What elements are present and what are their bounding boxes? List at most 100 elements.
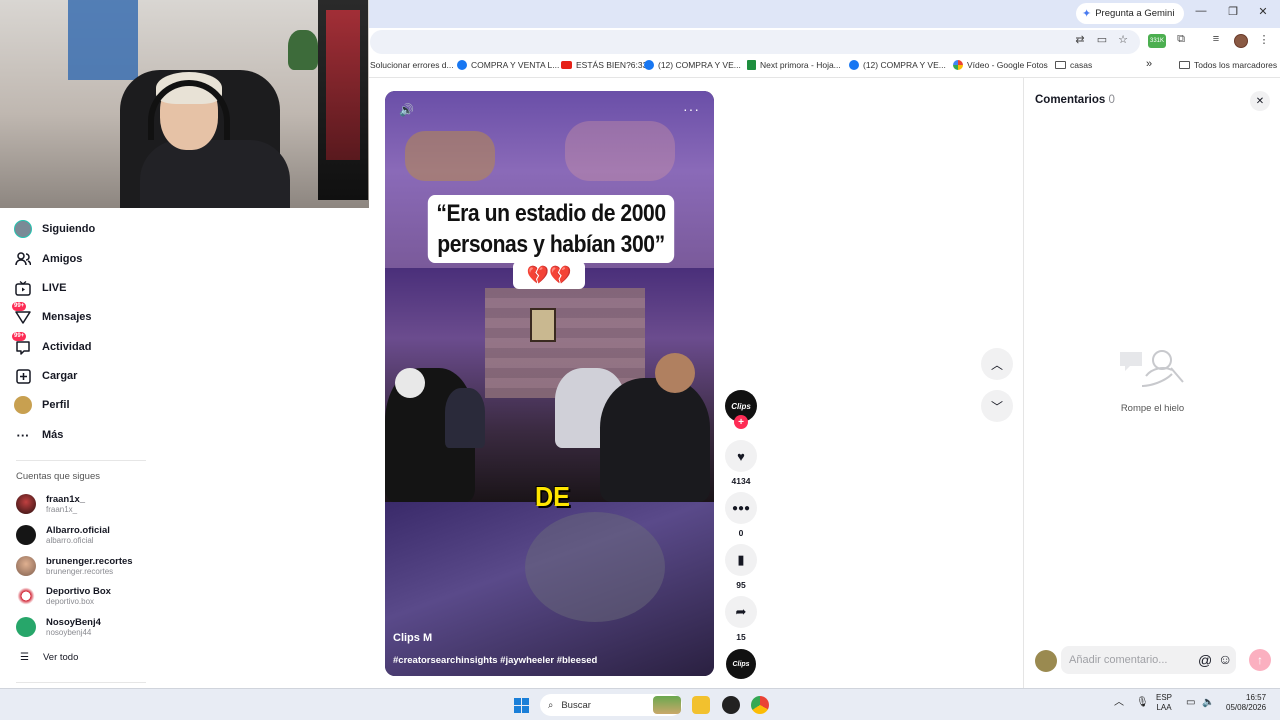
- nav-messages-label: Mensajes: [42, 311, 92, 323]
- bookmark-item[interactable]: Next primora - Hoja...: [747, 60, 841, 70]
- bookmarks-overflow-button[interactable]: »: [1146, 58, 1152, 70]
- folder-icon: [1179, 61, 1190, 69]
- translate-icon[interactable]: ⇄: [1072, 33, 1088, 46]
- emoji-icon[interactable]: ☺: [1218, 651, 1232, 667]
- language-indicator[interactable]: ESP LAA: [1156, 693, 1172, 713]
- video-scene: [385, 268, 714, 502]
- install-app-icon[interactable]: ▭: [1094, 33, 1110, 46]
- close-icon: ✕: [1255, 95, 1265, 107]
- video-background-bottom: [385, 502, 714, 676]
- sound-disc-text: Clips: [732, 660, 750, 668]
- account-handle: brunenger.recortes: [46, 567, 114, 576]
- bookmark-item[interactable]: Vídeo - Google Fotos: [953, 60, 1048, 70]
- next-video-button[interactable]: ﹀: [981, 390, 1013, 422]
- previous-video-button[interactable]: ︿: [981, 348, 1013, 380]
- close-comments-button[interactable]: ✕: [1250, 91, 1270, 111]
- video-subtitle-word: DE: [534, 481, 570, 512]
- ask-gemini-button[interactable]: ✦ Pregunta a Gemini: [1076, 3, 1185, 24]
- video-caption-line: “Era un estadio de 2000: [436, 200, 666, 227]
- like-count: 4134: [731, 476, 751, 486]
- nav-following[interactable]: Siguiendo: [14, 220, 95, 238]
- windows-start-icon[interactable]: [514, 698, 529, 713]
- bookmark-item[interactable]: (12) COMPRA Y VE...: [849, 60, 946, 70]
- clock[interactable]: 16:57 05/08/2026: [1226, 693, 1266, 713]
- broken-heart-emoji: 💔💔: [526, 264, 572, 285]
- account-name: NosoyBenj4: [46, 617, 101, 628]
- bookmark-star-icon[interactable]: ☆: [1115, 33, 1131, 46]
- messages-badge: 99+: [12, 302, 27, 311]
- bookmark-item[interactable]: COMPRA Y VENTA L...: [457, 60, 559, 70]
- folder-icon: [1055, 61, 1066, 69]
- bookmark-label: Solucionar errores d...: [370, 60, 454, 70]
- save-button[interactable]: ▮: [725, 544, 757, 576]
- minimize-icon[interactable]: —: [1192, 5, 1210, 17]
- bookmark-label: Next primora - Hoja...: [760, 60, 841, 70]
- network-icon[interactable]: ▭: [1186, 698, 1195, 708]
- more-options-icon[interactable]: ···: [683, 101, 700, 117]
- microphone-icon[interactable]: 🎙: [1136, 698, 1149, 708]
- bookmark-label: (12) COMPRA Y VE...: [658, 60, 741, 70]
- scene-person: [445, 388, 485, 448]
- see-all-button[interactable]: ☰ Ver todo: [20, 652, 78, 663]
- profile-avatar[interactable]: [1234, 34, 1248, 48]
- account-name: Deportivo Box: [46, 586, 111, 597]
- account-avatar: [16, 494, 36, 514]
- nav-activity-label: Actividad: [42, 341, 92, 353]
- volume-icon[interactable]: 🔊: [399, 103, 414, 117]
- nav-activity[interactable]: 99+ Actividad: [12, 332, 92, 356]
- nav-profile[interactable]: Perfil: [14, 396, 70, 414]
- followed-account[interactable]: NosoyBenj4 nosoybenj44: [16, 617, 101, 637]
- video-caption-box: “Era un estadio de 2000 personas y había…: [427, 195, 675, 263]
- nav-profile-label: Perfil: [42, 399, 70, 411]
- bookmark-item[interactable]: Solucionar errores d...: [370, 60, 454, 70]
- search-icon: ⌕: [548, 699, 554, 711]
- extensions-puzzle-icon[interactable]: ⧉: [1173, 33, 1189, 46]
- browser-menu-icon[interactable]: ⋮: [1256, 33, 1272, 46]
- media-control-icon[interactable]: ≡: [1208, 33, 1224, 45]
- chrome-icon[interactable]: [751, 696, 769, 714]
- google-photos-icon: [953, 60, 963, 70]
- sound-disc[interactable]: Clips: [726, 649, 756, 679]
- all-bookmarks-button[interactable]: Todos los marcadores: [1179, 60, 1277, 70]
- nav-friends[interactable]: Amigos: [14, 250, 82, 268]
- extension-badge-icon[interactable]: 331K: [1148, 34, 1166, 48]
- bookmark-item[interactable]: (12) COMPRA Y VE...: [644, 60, 741, 70]
- followed-account[interactable]: Albarro.oficial albarro.oficial: [16, 525, 110, 545]
- close-window-icon[interactable]: ✕: [1254, 5, 1272, 18]
- facebook-icon: [849, 60, 859, 70]
- account-avatar: [16, 556, 36, 576]
- bookmark-label: Vídeo - Google Fotos: [967, 60, 1048, 70]
- followed-account[interactable]: fraan1x_ fraan1x_: [16, 494, 85, 514]
- app-icon[interactable]: [722, 696, 740, 714]
- language-bottom: LAA: [1156, 703, 1172, 712]
- followed-account[interactable]: Deportivo Box deportivo.box: [16, 586, 111, 606]
- share-button[interactable]: ➦: [725, 596, 757, 628]
- live-icon: [14, 279, 32, 297]
- volume-tray-icon[interactable]: 🔈: [1202, 698, 1214, 708]
- like-button[interactable]: ♥: [725, 440, 757, 472]
- nav-live[interactable]: LIVE: [14, 279, 66, 297]
- clock-time: 16:57: [1246, 693, 1267, 702]
- video-hashtags[interactable]: #creatorsearchinsights #jaywheeler #blee…: [393, 655, 597, 666]
- address-bar[interactable]: [370, 30, 1140, 54]
- tray-chevron-icon[interactable]: ︿: [1114, 698, 1124, 708]
- comment-button[interactable]: ●●●: [725, 492, 757, 524]
- mention-icon[interactable]: @: [1198, 652, 1212, 668]
- file-explorer-icon[interactable]: [692, 696, 710, 714]
- follow-button[interactable]: +: [734, 415, 748, 429]
- followed-account[interactable]: brunenger.recortes brunenger.recortes: [16, 556, 133, 576]
- nav-upload[interactable]: Cargar: [14, 367, 77, 385]
- bookmark-label: COMPRA Y VENTA L...: [471, 60, 560, 70]
- maximize-icon[interactable]: ❐: [1224, 5, 1242, 18]
- nav-messages[interactable]: 99+ Mensajes: [12, 302, 92, 326]
- bookmark-folder[interactable]: casas: [1055, 60, 1092, 70]
- video-player[interactable]: “Era un estadio de 2000 personas y había…: [385, 91, 714, 676]
- bookmark-label: (12) COMPRA Y VE...: [863, 60, 946, 70]
- nav-more[interactable]: ··· Más: [14, 426, 64, 444]
- account-avatar: [16, 586, 36, 606]
- video-author-name[interactable]: Clips M: [393, 632, 432, 644]
- bookmark-item[interactable]: ESTÁS BIEN?6:33: [561, 60, 647, 70]
- nav-live-label: LIVE: [42, 282, 67, 294]
- blur-shape: [525, 512, 665, 622]
- send-comment-button[interactable]: ↑: [1249, 649, 1271, 671]
